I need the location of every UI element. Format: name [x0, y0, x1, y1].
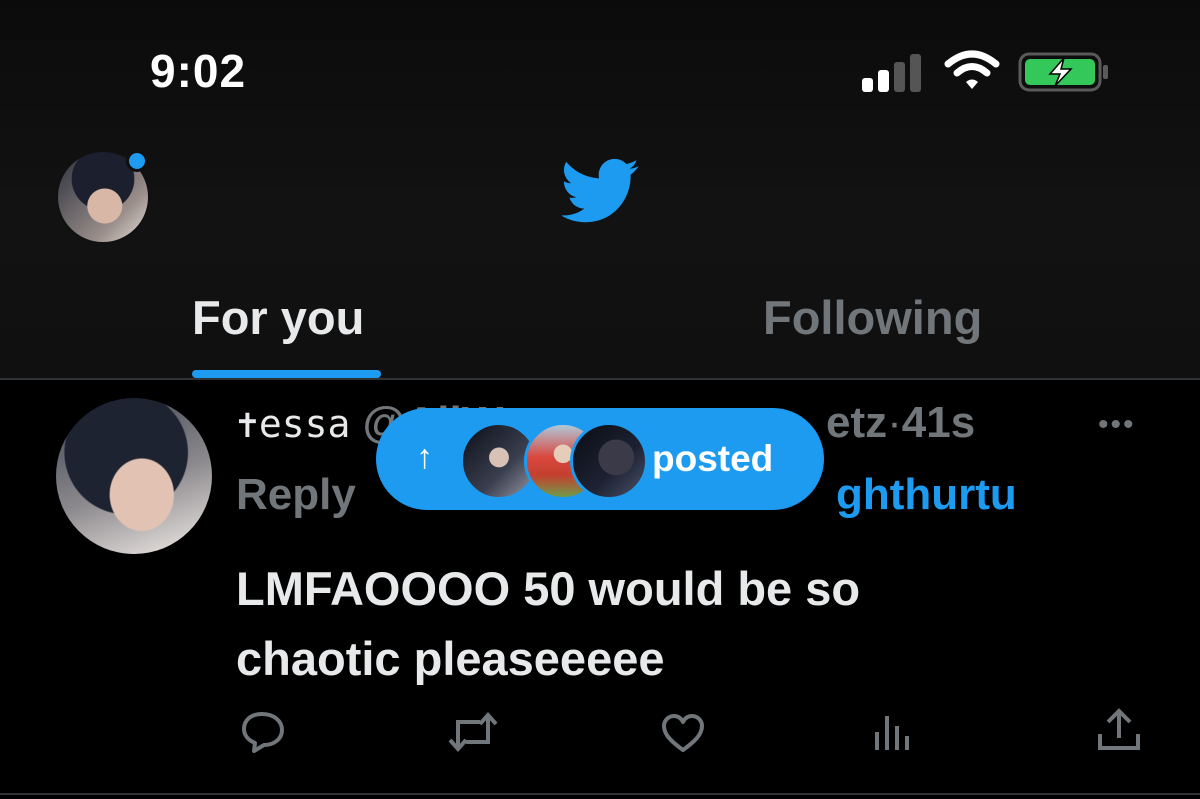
- toast-label: posted: [652, 438, 774, 479]
- tweet-age: 41s: [901, 398, 976, 447]
- tweet-author-avatar[interactable]: [56, 398, 212, 554]
- replying-prefix: Reply: [236, 470, 356, 519]
- arrow-up-icon: ↑: [416, 438, 433, 476]
- signal-icon: [862, 52, 926, 92]
- toast-avatar: [570, 422, 648, 500]
- tweet-separator: ·: [887, 398, 902, 447]
- retweet-icon[interactable]: [448, 711, 498, 757]
- share-icon[interactable]: [1096, 708, 1142, 757]
- like-icon[interactable]: [660, 712, 706, 759]
- tweet-meta: etz·41s: [826, 398, 975, 448]
- replying-mention[interactable]: ghthurtu: [836, 470, 1017, 519]
- tweet-handle-tail: etz: [826, 398, 888, 447]
- status-time: 9:02: [150, 45, 247, 97]
- tweet-text-line: chaotic pleaseeeee: [236, 632, 665, 685]
- twitter-bird-icon[interactable]: [560, 158, 640, 229]
- divider: [0, 793, 1200, 795]
- divider: [0, 378, 1200, 380]
- more-options-icon[interactable]: •••: [1098, 408, 1136, 442]
- tab-following[interactable]: Following: [763, 290, 982, 345]
- views-icon[interactable]: [872, 712, 912, 757]
- replying-to: Reply: [236, 470, 356, 520]
- battery-charging-icon: [1018, 52, 1110, 97]
- tab-selected-indicator: [192, 370, 381, 378]
- notification-dot: [126, 150, 148, 172]
- wifi-icon: [944, 50, 1000, 97]
- tweet-author-name[interactable]: ✝︎essa: [236, 402, 350, 446]
- replying-mention-container: ghthurtu: [836, 470, 1017, 520]
- tweet-text: LMFAOOOO 50 would be so chaotic pleaseee…: [236, 554, 1136, 694]
- reply-icon[interactable]: [240, 710, 286, 759]
- tab-for-you[interactable]: For you: [192, 290, 364, 345]
- new-posts-toast[interactable]: ↑ posted: [376, 408, 824, 510]
- tweet-text-line: LMFAOOOO 50 would be so: [236, 562, 861, 615]
